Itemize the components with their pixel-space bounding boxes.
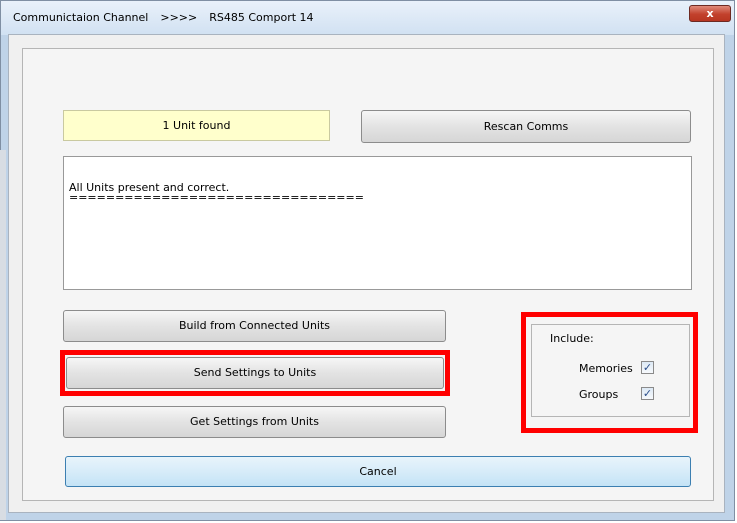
log-line-2: ================================ [69,191,364,204]
cancel-button[interactable]: Cancel [65,456,691,487]
build-from-connected-units-button[interactable]: Build from Connected Units [63,310,446,342]
highlight-box-send-settings [60,350,450,396]
window-title: Communictaion Channel >>>> RS485 Comport 1… [13,11,326,24]
window-edge-shadow [0,150,6,520]
rescan-comms-button[interactable]: Rescan Comms [361,110,691,143]
highlight-box-include [521,312,698,433]
title-channel: Communictaion Channel [13,11,149,24]
log-textbox[interactable]: All Units present and correct. =========… [63,156,692,290]
title-arrows: >>>> [160,11,198,24]
units-found-status: 1 Unit found [63,110,330,141]
title-bar[interactable]: Communictaion Channel >>>> RS485 Comport 1… [1,1,734,35]
title-port: RS485 Comport 14 [209,11,314,24]
get-settings-from-units-button[interactable]: Get Settings from Units [63,406,446,438]
close-icon: x [706,7,714,20]
close-button[interactable]: x [689,5,731,22]
